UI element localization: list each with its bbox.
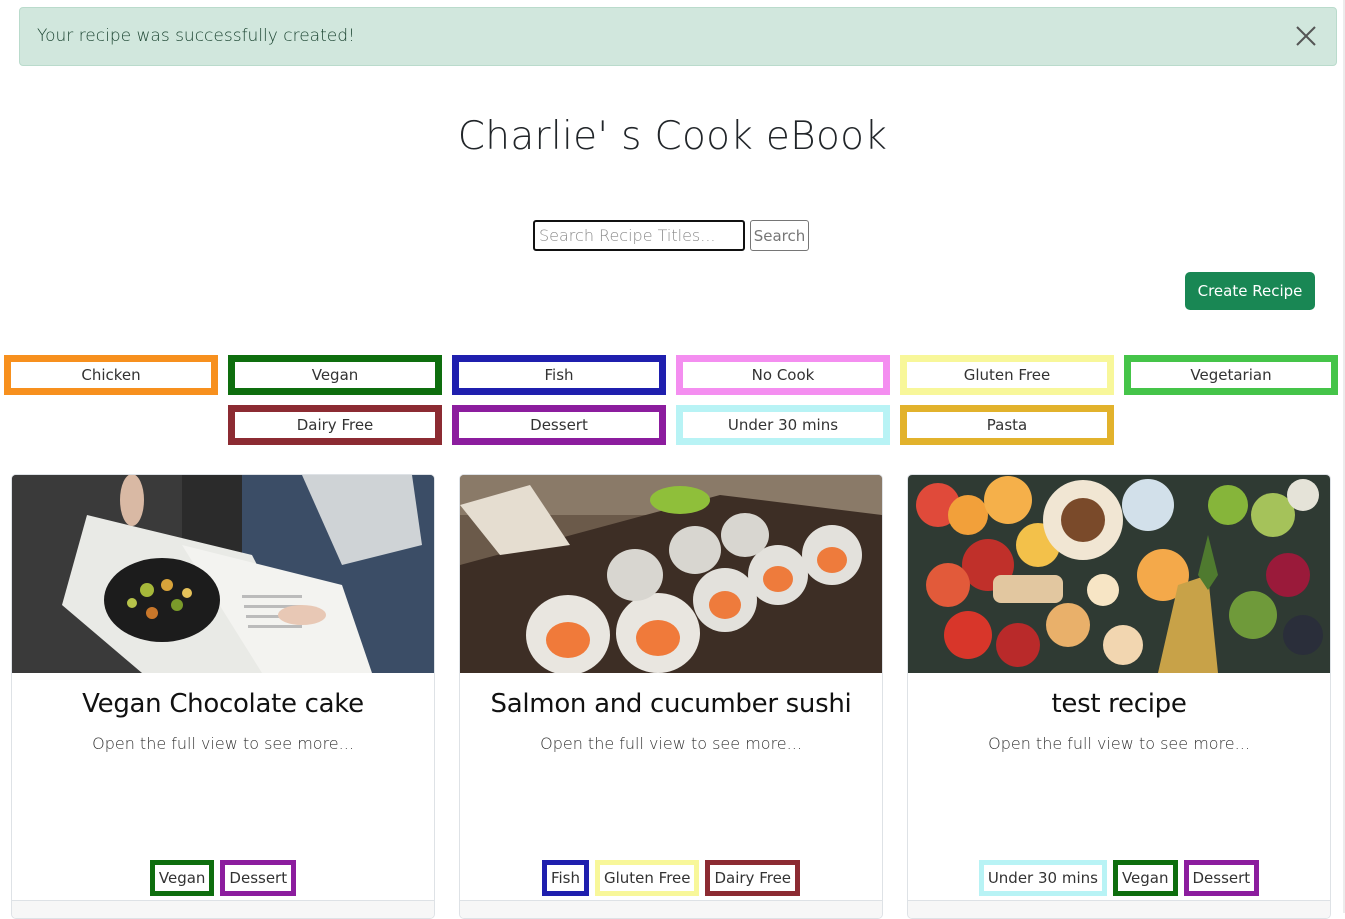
search-button[interactable]: Search — [750, 220, 809, 251]
tag-filter-chicken[interactable]: Chicken — [4, 355, 218, 395]
recipe-title[interactable]: Vegan Chocolate cake — [12, 689, 434, 719]
tag-filter-pasta[interactable]: Pasta — [900, 405, 1114, 445]
recipe-image-food-spread — [908, 475, 1330, 673]
recipe-title[interactable]: Salmon and cucumber sushi — [460, 689, 882, 719]
recipe-tag[interactable]: Vegan — [149, 860, 215, 896]
recipe-tag[interactable]: Dessert — [220, 860, 297, 896]
recipe-tag[interactable]: Dessert — [1183, 860, 1260, 896]
recipe-card[interactable]: Vegan Chocolate cake Open the full view … — [11, 474, 435, 919]
search-input[interactable] — [533, 220, 745, 251]
tag-filter-no-cook[interactable]: No Cook — [676, 355, 890, 395]
page-title: Charlie' s Cook eBook — [457, 114, 888, 159]
recipe-tag[interactable]: Dairy Free — [705, 860, 801, 896]
recipe-image-cookbook — [12, 475, 434, 673]
recipe-title[interactable]: test recipe — [908, 689, 1330, 719]
recipe-tag-list: Fish Gluten Free Dairy Free — [460, 860, 882, 896]
tag-filter-vegan[interactable]: Vegan — [228, 355, 442, 395]
card-footer — [908, 900, 1330, 918]
recipe-tag-list: Under 30 mins Vegan Dessert — [908, 860, 1330, 896]
recipe-tag[interactable]: Under 30 mins — [978, 860, 1107, 896]
close-icon[interactable] — [1294, 24, 1318, 48]
card-footer — [12, 900, 434, 918]
tag-filter-gluten-free[interactable]: Gluten Free — [900, 355, 1114, 395]
recipe-description: Open the full view to see more... — [988, 734, 1250, 753]
recipe-description: Open the full view to see more... — [540, 734, 802, 753]
tag-filter-under-30-mins[interactable]: Under 30 mins — [676, 405, 890, 445]
create-recipe-button[interactable]: Create Recipe — [1185, 272, 1315, 310]
recipe-card[interactable]: Salmon and cucumber sushi Open the full … — [459, 474, 883, 919]
recipe-image-sushi — [460, 475, 882, 673]
tag-filter-dairy-free[interactable]: Dairy Free — [228, 405, 442, 445]
recipe-tag[interactable]: Gluten Free — [594, 860, 700, 896]
tag-filter-vegetarian[interactable]: Vegetarian — [1124, 355, 1338, 395]
recipe-card[interactable]: test recipe Open the full view to see mo… — [907, 474, 1331, 919]
alert-message: Your recipe was successfully created! — [37, 26, 355, 46]
recipe-tag-list: Vegan Dessert — [12, 860, 434, 896]
recipe-tag[interactable]: Fish — [541, 860, 589, 896]
success-alert: Your recipe was successfully created! — [19, 7, 1337, 66]
card-footer — [460, 900, 882, 918]
tag-filter-dessert[interactable]: Dessert — [452, 405, 666, 445]
recipe-tag[interactable]: Vegan — [1112, 860, 1178, 896]
recipe-description: Open the full view to see more... — [92, 734, 354, 753]
tag-filter-fish[interactable]: Fish — [452, 355, 666, 395]
